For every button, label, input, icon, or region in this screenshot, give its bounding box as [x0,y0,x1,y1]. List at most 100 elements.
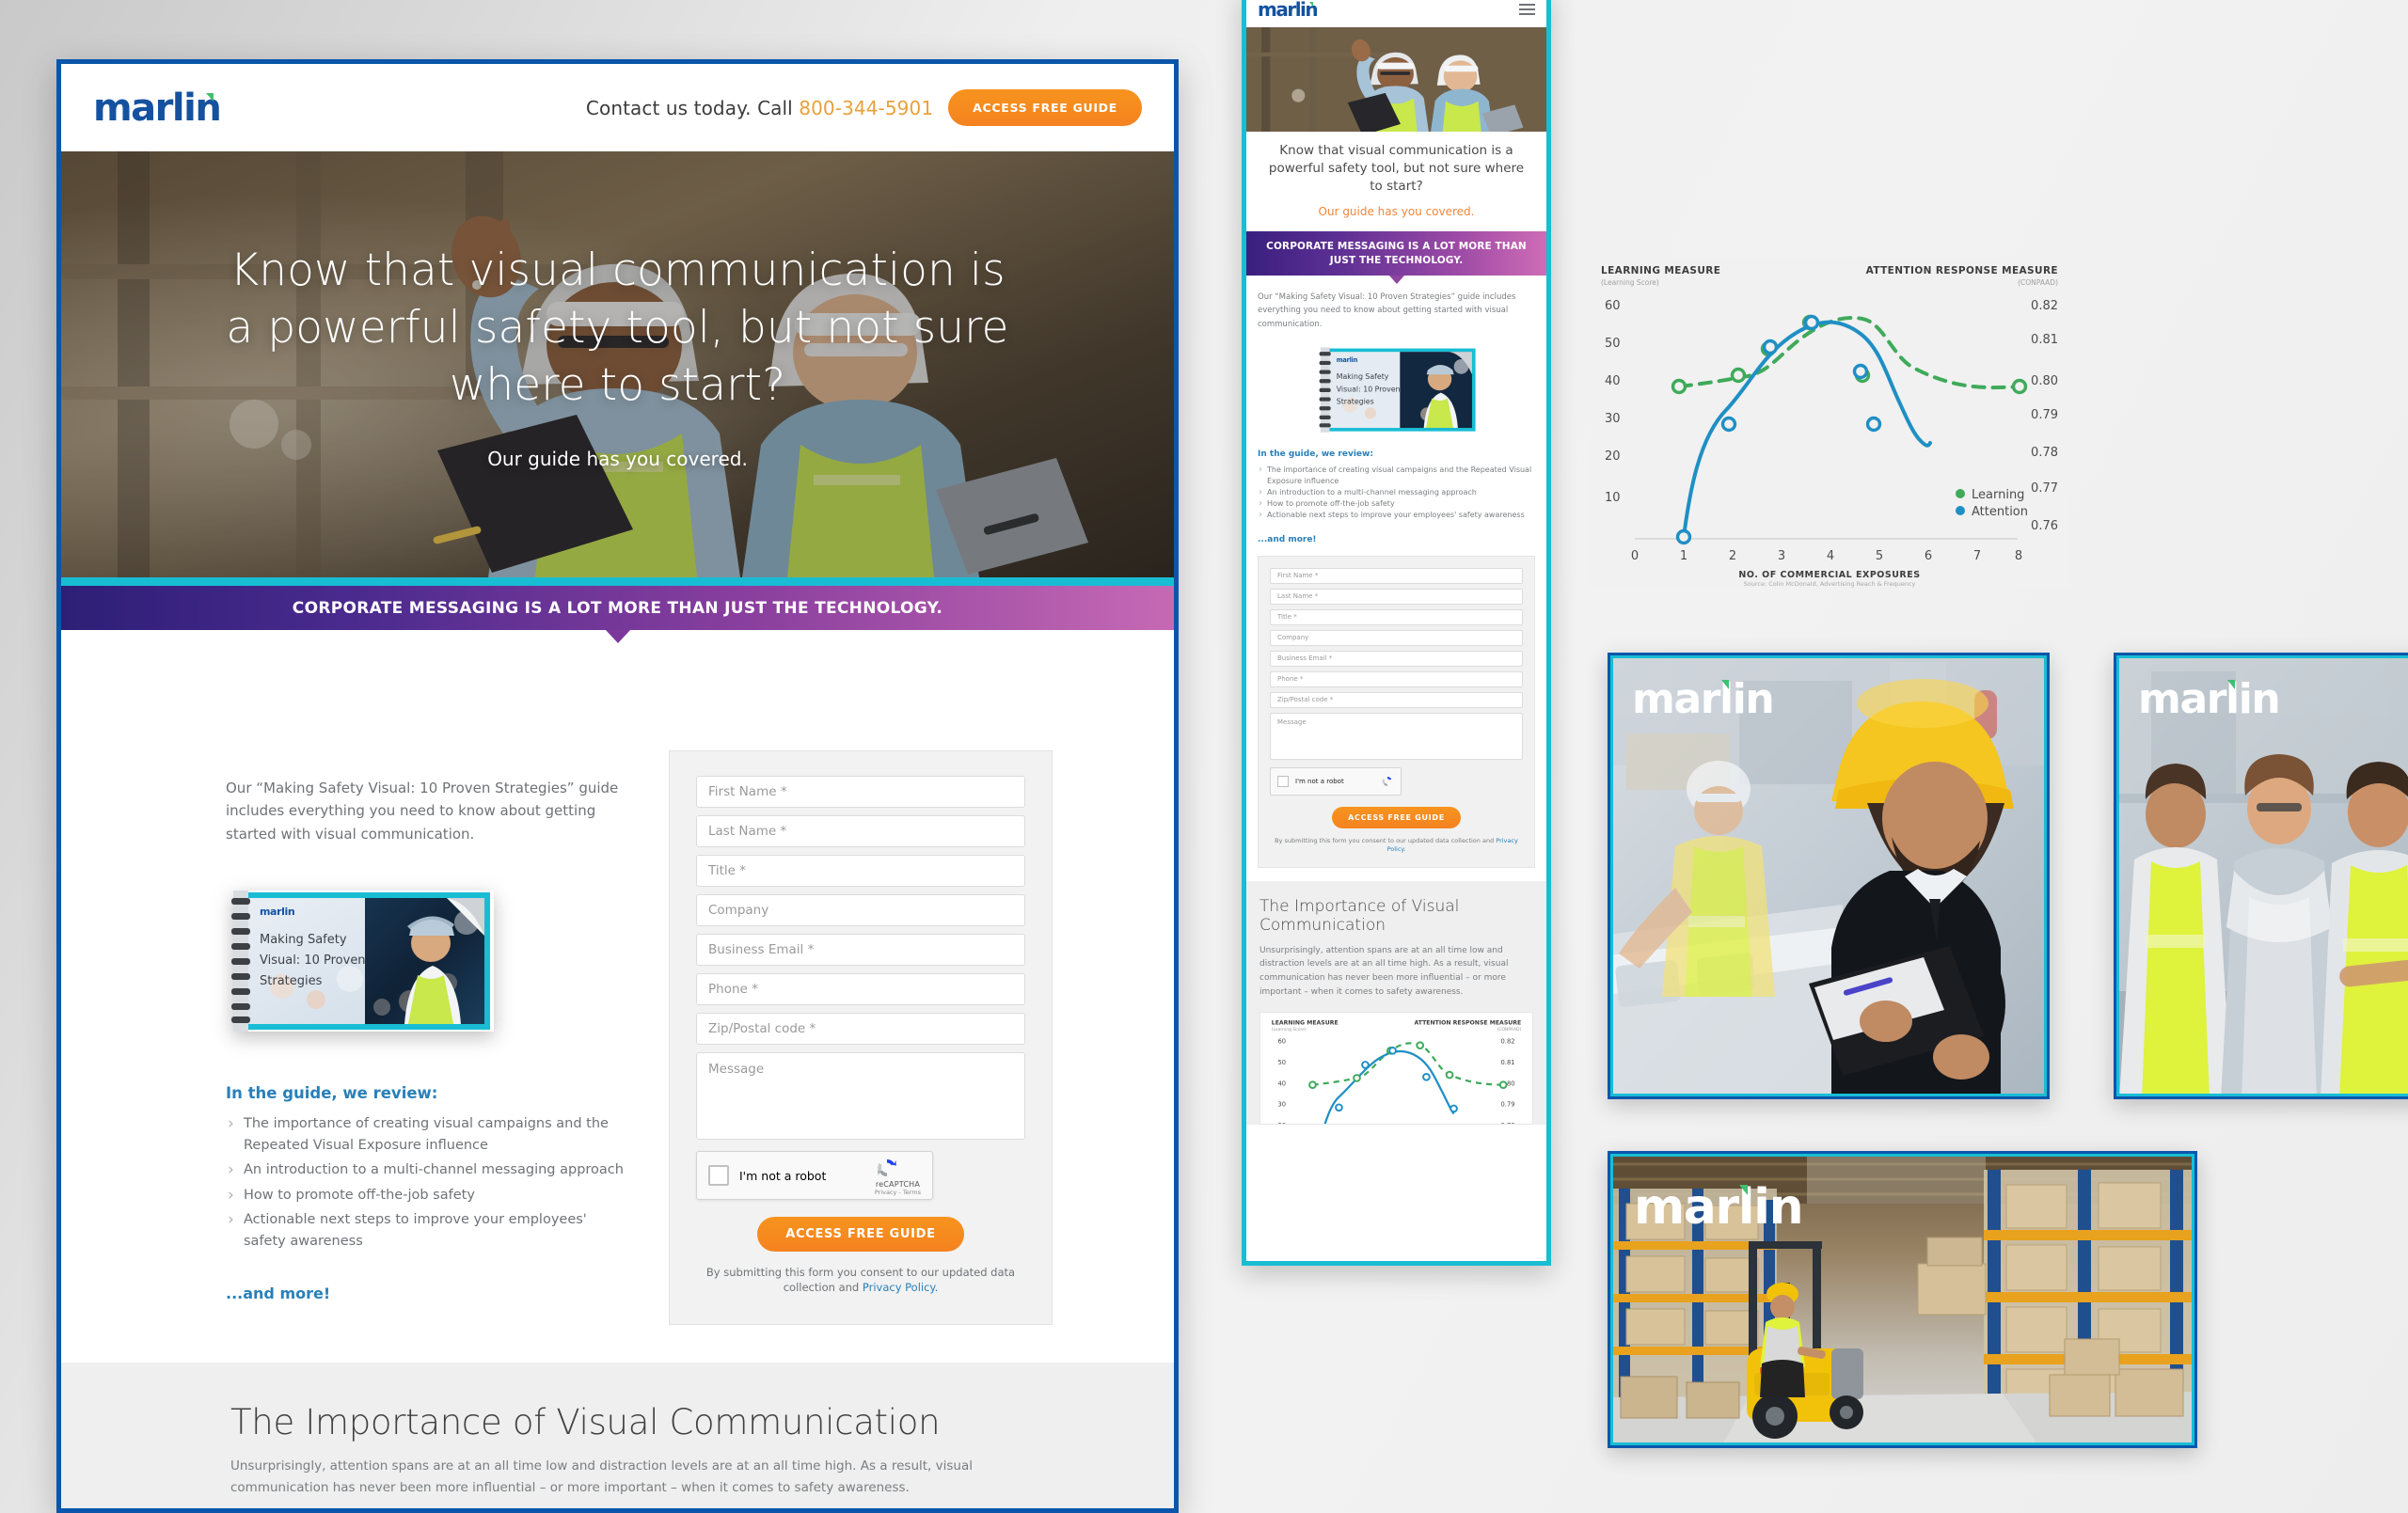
last-name-input[interactable]: Last Name * [1270,588,1523,605]
desktop-mockup: marlin Contact us today. Call 800-344-59… [56,59,1179,1513]
svg-text:Strategies: Strategies [260,974,323,988]
svg-text:(CONPAAD): (CONPAAD) [1497,1027,1522,1032]
zip-postal-code-input[interactable]: Zip/Postal code * [696,1013,1025,1045]
consent-body: By submitting this form you consent to o… [705,1266,1016,1295]
recaptcha-terms[interactable]: Privacy - Terms [875,1189,921,1196]
consent-body: By submitting this form you consent to o… [1275,836,1495,844]
legend-swatch-attention [1956,506,1965,515]
recaptcha-checkbox[interactable] [1277,775,1289,787]
lead-capture-form: First Name * Last Name * Title * Company… [669,750,1053,1325]
svg-text:7: 7 [1973,549,1981,563]
phone-input[interactable]: Phone * [696,973,1025,1005]
recaptcha-label: I'm not a robot [1295,777,1344,785]
list-item: How to promote off-the-job safety [1258,496,1535,511]
svg-text:60: 60 [1605,299,1621,313]
logo-wordmark: marlin [1632,675,1775,723]
list-item: Actionable next steps to improve your em… [1258,508,1535,522]
message-textarea[interactable]: Message [1270,712,1523,760]
mobile-hero-photo [1246,27,1546,132]
svg-text:10: 10 [1605,491,1621,505]
and-more-text: ...and more! [226,1284,331,1302]
mobile-form-submit-button[interactable]: ACCESS FREE GUIDE [1332,806,1461,828]
marlin-logo-mobile[interactable]: marlin [1258,0,1319,19]
logo-wordmark: marlin [1258,0,1319,21]
chart-xlabel: NO. OF COMMERCIAL EXPOSURES [1738,570,1920,580]
marlin-logo[interactable]: marlin [93,89,222,127]
svg-text:Visual: 10 Proven: Visual: 10 Proven [1336,385,1400,393]
svg-text:0.77: 0.77 [2031,481,2058,496]
mobile-guide-intro-paragraph: Our “Making Safety Visual: 10 Proven Str… [1258,292,1516,329]
mobile-recaptcha-widget[interactable]: I'm not a robot [1270,766,1402,796]
header-access-free-guide-button[interactable]: ACCESS FREE GUIDE [948,89,1142,126]
last-name-input[interactable]: Last Name * [696,815,1025,847]
chart-left-axis-title: LEARNING MEASURE [1601,265,1720,276]
chart-source: Source: Colin McDonald, Advertising Reac… [1744,580,1916,588]
svg-text:1: 1 [1680,549,1687,563]
title-input[interactable]: Title * [1270,608,1523,625]
svg-text:2: 2 [1729,549,1736,563]
title-input[interactable]: Title * [696,855,1025,887]
recaptcha-icon [1382,776,1392,786]
guide-review-heading: In the guide, we review: [226,1083,438,1102]
mobile-hero-copy: Know that visual communication is a powe… [1246,132,1546,231]
svg-text:Making Safety: Making Safety [1336,372,1388,381]
mobile-submit-row: ACCESS FREE GUIDE [1270,806,1523,828]
svg-text:LEARNING MEASURE: LEARNING MEASURE [1272,1019,1339,1026]
mobile-band-notch-arrow-icon [1388,276,1404,284]
recaptcha-brand: reCAPTCHA Privacy - Terms [875,1156,921,1196]
mobile-and-more-text: ...and more! [1258,534,1317,544]
list-item: An introduction to a multi-channel messa… [226,1158,626,1182]
list-item: The importance of creating visual campai… [1258,463,1535,487]
mobile-form-consent-text: By submitting this form you consent to o… [1270,837,1523,854]
phone-number-link[interactable]: 800-344-5901 [799,97,933,119]
privacy-policy-link[interactable]: Privacy Policy. [863,1281,938,1294]
business-email-input[interactable]: Business Email * [1270,650,1523,667]
band-notch-arrow-icon [605,630,630,643]
svg-text:6: 6 [1925,549,1932,563]
mobile-lower-section: The Importance of Visual Communication U… [1246,880,1546,1125]
list-item: The importance of creating visual campai… [226,1111,626,1156]
photo-tile-worker-group: marlin [2114,653,2408,1099]
svg-text:50: 50 [1605,337,1621,351]
svg-text:4: 4 [1827,549,1834,563]
mobile-hero-subhead: Our guide has you covered. [1318,205,1475,219]
first-name-input[interactable]: First Name * [696,776,1025,808]
ebook-cover[interactable]: marlin Making Safety Visual: 10 Proven S… [226,889,494,1032]
svg-text:0.78: 0.78 [2031,446,2058,460]
svg-text:(Learning Score): (Learning Score) [1272,1027,1307,1032]
logo-leaf-icon [2227,680,2235,689]
svg-text:0.80: 0.80 [2031,374,2058,388]
message-textarea[interactable]: Message [696,1052,1025,1140]
recaptcha-brand-name: reCAPTCHA [875,1179,921,1189]
recaptcha-checkbox[interactable] [708,1165,729,1186]
svg-text:marlin: marlin [1336,356,1357,364]
list-item: How to promote off-the-job safety [226,1183,626,1207]
svg-text:0.81: 0.81 [2031,333,2058,347]
zip-postal-code-input[interactable]: Zip/Postal code * [1270,691,1523,708]
guide-review-list: The importance of creating visual campai… [226,1111,626,1253]
first-name-input[interactable]: First Name * [1270,567,1523,584]
submit-row: ACCESS FREE GUIDE [696,1217,1025,1252]
mobile-mockup: marlin Know that visual communication is… [1242,0,1551,1266]
company-input[interactable]: Company [696,894,1025,926]
business-email-input[interactable]: Business Email * [696,934,1025,966]
photo-tile-warehouse-forklift: marlin [1608,1151,2197,1448]
svg-text:0.82: 0.82 [1501,1037,1515,1045]
company-input[interactable]: Company [1270,629,1523,646]
form-submit-button[interactable]: ACCESS FREE GUIDE [757,1217,964,1252]
hero-headline: Know that visual communication is a powe… [226,244,1009,412]
logo-leaf-icon [1309,2,1314,7]
svg-text:30: 30 [1605,412,1621,426]
mobile-ebook-cover[interactable]: marlin Making Safety Visual: 10 Proven S… [1316,346,1478,433]
svg-text:60: 60 [1278,1037,1287,1045]
desktop-main: Our “Making Safety Visual: 10 Proven Str… [61,630,1174,1325]
phone-input[interactable]: Phone * [1270,670,1523,687]
mobile-band-text: CORPORATE MESSAGING IS A LOT MORE THAN J… [1266,241,1527,266]
hamburger-menu-icon[interactable] [1519,4,1535,15]
svg-text:50: 50 [1278,1058,1287,1065]
logo-wordmark: marlin [93,86,222,130]
recaptcha-widget[interactable]: I'm not a robot reCAPTCHA Privacy - Term… [696,1151,933,1200]
mobile-chart-thumbnail: LEARNING MEASURE (Learning Score) ATTENT… [1259,1011,1533,1125]
hero-copy: Know that visual communication is a powe… [61,242,1174,470]
form-consent-text: By submitting this form you consent to o… [696,1265,1025,1296]
